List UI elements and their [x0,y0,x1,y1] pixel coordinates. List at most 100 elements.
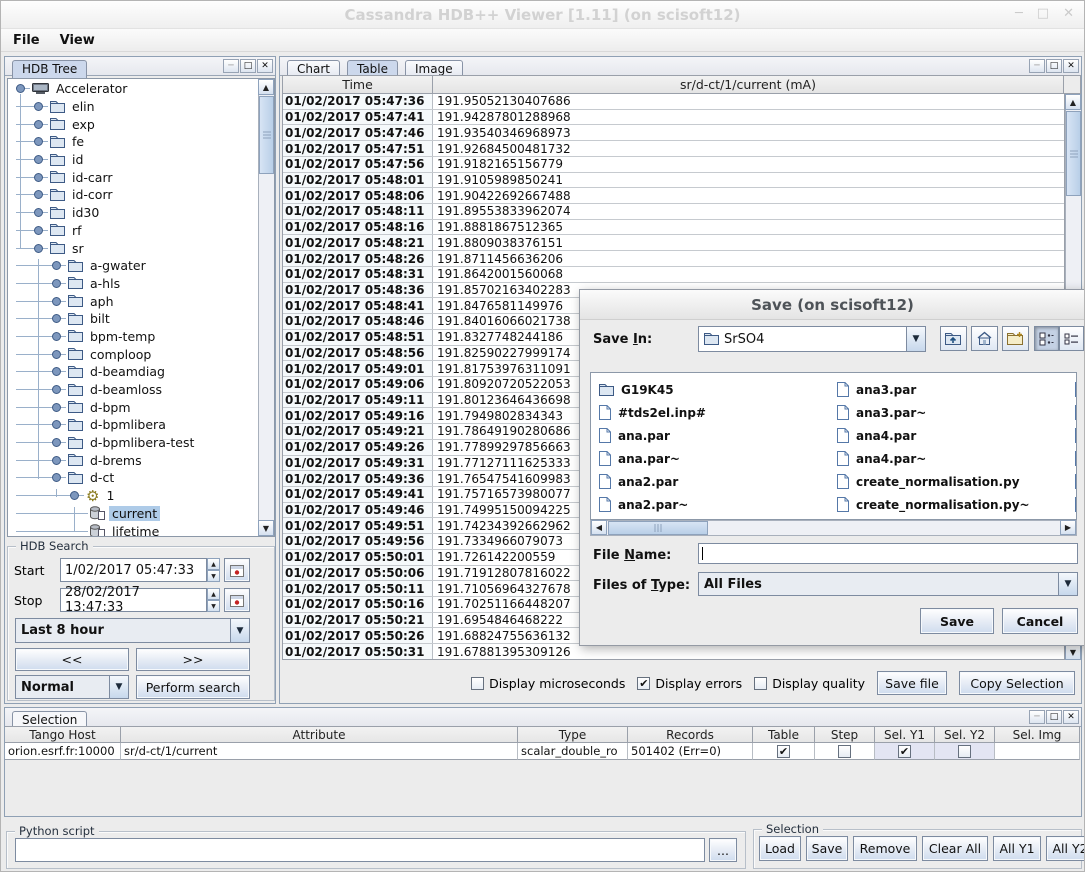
stop-date-field[interactable]: 28/02/2017 13:47:33 [60,588,207,612]
tree-row[interactable]: comploop [8,345,258,363]
tree-item-sr[interactable]: sr [69,241,87,256]
tree-row[interactable]: fe [8,133,258,151]
expand-handle[interactable] [34,137,43,146]
tree-row[interactable]: d-brems [8,451,258,469]
menu-view[interactable]: View [60,33,95,48]
expand-handle[interactable] [34,155,43,164]
tree-row[interactable]: id-corr [8,186,258,204]
save-in-combo[interactable]: SrSO4 ▼ [698,326,926,352]
tree-row[interactable]: d-beamdiag [8,363,258,381]
file-item[interactable] [1075,401,1077,424]
save-button[interactable]: Save [806,836,848,861]
tree-item-id30[interactable]: id30 [69,205,102,220]
tree-row[interactable]: rf [8,222,258,240]
file-item[interactable]: create_normalisation.py [837,470,1075,493]
tree-item-d-bpmlibera[interactable]: d-bpmlibera [87,417,169,432]
files-of-type-combo[interactable]: All Files ▼ [698,572,1078,596]
tree-item-bilt[interactable]: bilt [87,311,113,326]
tree-row[interactable]: sr [8,239,258,257]
table-row[interactable]: 01/02/2017 05:48:11 191.89553833962074 [283,204,1064,220]
expand-handle[interactable] [34,208,43,217]
selection-column-type[interactable]: Type [518,726,628,743]
tree-item-bpm-temp[interactable]: bpm-temp [87,329,158,344]
table-row[interactable]: 01/02/2017 05:48:16 191.8881867512365 [283,220,1064,236]
expand-handle[interactable] [52,403,61,412]
file-item[interactable]: ana3.par [837,378,1075,401]
start-spinner[interactable]: ▲▼ [207,558,220,582]
start-calendar-button[interactable] [224,558,250,582]
expand-handle[interactable] [70,491,79,500]
expand-handle[interactable] [52,420,61,429]
tree-item-a-hls[interactable]: a-hls [87,276,123,291]
tree-item-current[interactable]: current [109,506,160,521]
tree-row[interactable]: ⚙1 [8,487,258,505]
tree-row[interactable]: d-bpmlibera [8,416,258,434]
forward-button[interactable]: >> [136,648,250,671]
details-view-button[interactable] [1059,326,1084,351]
tree-row[interactable]: lifetime [8,522,258,537]
clear-all-button[interactable]: Clear All [922,836,988,861]
menu-file[interactable]: File [13,33,40,48]
tree-item-rf[interactable]: rf [69,223,85,238]
display-microseconds-checkbox[interactable]: Display microseconds [471,676,625,691]
remove-button[interactable]: Remove [853,836,917,861]
stop-spinner[interactable]: ▲▼ [207,588,220,612]
all-y1-button[interactable]: All Y1 [993,836,1041,861]
selection-column-tango-host[interactable]: Tango Host [5,726,121,743]
back-button[interactable]: << [15,648,129,671]
stop-calendar-button[interactable] [224,588,250,612]
table-row[interactable]: 01/02/2017 05:48:01 191.9105989850241 [283,173,1064,189]
expand-handle[interactable] [52,456,61,465]
tree-item-aph[interactable]: aph [87,294,117,309]
table-row[interactable]: 01/02/2017 05:48:06 191.90422692667488 [283,188,1064,204]
expand-handle[interactable] [52,385,61,394]
file-item[interactable]: ana2.par~ [599,493,837,516]
tree-item-elin[interactable]: elin [69,99,98,114]
tree-row[interactable]: id30 [8,204,258,222]
frame-maximize-icon[interactable]: □ [1046,59,1062,73]
table-row[interactable]: 01/02/2017 05:48:31 191.8642001560068 [283,267,1064,283]
tree-item-accelerator[interactable]: Accelerator [53,81,130,96]
maximize-icon[interactable]: □ [1037,6,1049,21]
python-script-input[interactable] [15,838,705,862]
tree-row[interactable]: exp [8,115,258,133]
file-item[interactable] [1075,493,1077,516]
selection-column-records[interactable]: Records [628,726,753,743]
column-header-time[interactable]: Time [283,76,433,93]
tree-row[interactable]: id-carr [8,168,258,186]
tree-item-1[interactable]: 1 [103,488,117,503]
tree-row[interactable]: id [8,151,258,169]
new-folder-button[interactable] [1002,326,1029,351]
scroll-down-icon[interactable]: ▼ [1065,644,1081,660]
expand-handle[interactable] [52,350,61,359]
tree-item-d-beamloss[interactable]: d-beamloss [87,382,165,397]
perform-search-button[interactable]: Perform search [136,675,250,699]
scroll-left-icon[interactable]: ◀ [591,520,607,535]
cell-sel-y1-checkbox[interactable]: ✔ [875,743,935,760]
file-name-input[interactable] [698,543,1078,564]
expand-handle[interactable] [52,332,61,341]
cell-sel-y2-checkbox[interactable] [935,743,995,760]
expand-handle[interactable] [52,438,61,447]
tree-item-lifetime[interactable]: lifetime [109,524,162,537]
tree-item-fe[interactable]: fe [69,134,87,149]
tree-item-comploop[interactable]: comploop [87,347,154,362]
tree-row[interactable]: a-gwater [8,257,258,275]
frame-minimize-icon[interactable]: ─ [1029,710,1045,724]
table-row[interactable]: 01/02/2017 05:47:41 191.94287801288968 [283,110,1064,126]
frame-minimize-icon[interactable]: ─ [223,59,239,73]
tab-hdb-tree[interactable]: HDB Tree [12,60,87,78]
tree-row[interactable]: bilt [8,310,258,328]
file-item[interactable] [1075,470,1077,493]
frame-maximize-icon[interactable]: □ [1046,710,1062,724]
selection-column-sel-y1[interactable]: Sel. Y1 [875,726,935,743]
selection-table-row[interactable]: orion.esrf.fr:10000sr/d-ct/1/currentscal… [5,743,1080,760]
expand-handle[interactable] [52,279,61,288]
file-item[interactable]: #tds2el.inp# [599,401,837,424]
checkbox-icon[interactable] [471,677,484,690]
tree-row[interactable]: aph [8,292,258,310]
tree-row[interactable]: bpm-temp [8,328,258,346]
scroll-down-icon[interactable]: ▼ [258,520,274,536]
close-icon[interactable]: ✕ [1063,6,1074,21]
tree-row[interactable]: elin [8,98,258,116]
